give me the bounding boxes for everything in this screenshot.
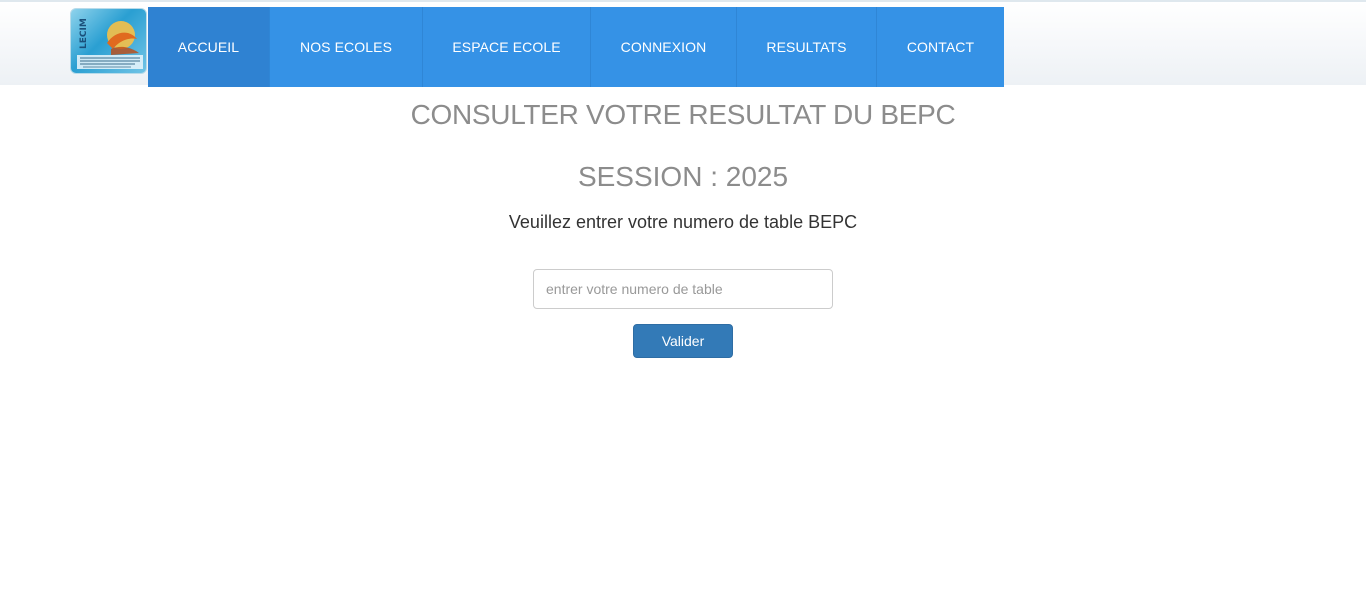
session-heading: SESSION : 2025	[577, 161, 789, 192]
nav-nos-ecoles[interactable]: NOS ECOLES	[270, 7, 423, 87]
header-bar: LECIM ACCUEIL NOS ECOLES ESPACE ECOLE CO…	[0, 0, 1366, 87]
nav-espace-ecole[interactable]: ESPACE ECOLE	[423, 7, 591, 87]
nav-accueil[interactable]: ACCUEIL	[148, 7, 270, 87]
nav-resultats[interactable]: RESULTATS	[737, 7, 877, 87]
main-nav: ACCUEIL NOS ECOLES ESPACE ECOLE CONNEXIO…	[148, 7, 1004, 87]
page-title: CONSULTER VOTRE RESULTAT DU BEPC	[410, 99, 956, 130]
nav-contact[interactable]: CONTACT	[877, 7, 1004, 87]
nav-connexion[interactable]: CONNEXION	[591, 7, 737, 87]
table-number-input[interactable]	[533, 269, 833, 309]
validate-button[interactable]: Valider	[633, 324, 733, 358]
logo-emblem-icon: LECIM	[77, 18, 143, 69]
instruction-text: Veuillez entrer votre numero de table BE…	[508, 212, 858, 232]
site-logo[interactable]: LECIM	[70, 8, 147, 74]
logo-lettering: LECIM	[79, 18, 89, 49]
